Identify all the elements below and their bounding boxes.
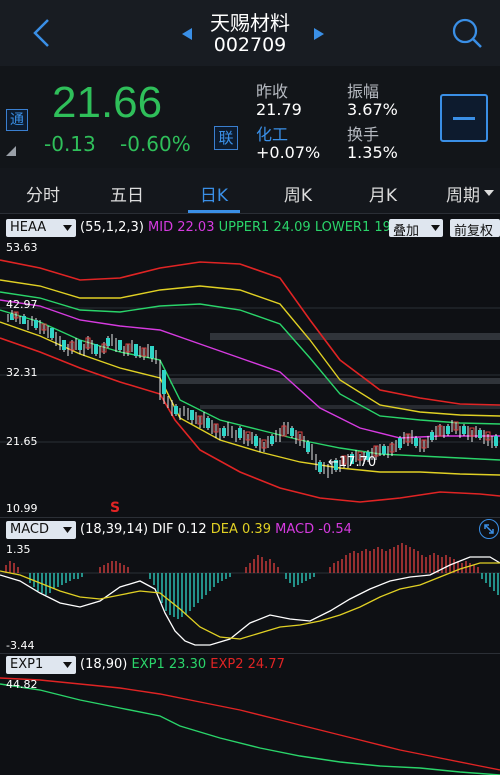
search-button[interactable]: [450, 16, 484, 50]
low-price-value: 17.70: [338, 455, 377, 470]
expand-icon: [484, 524, 494, 534]
prev-close-value: 21.79: [256, 100, 302, 119]
exp-chart[interactable]: [0, 676, 500, 775]
upper2-line: [0, 279, 500, 417]
stock-name: 天赐材料: [210, 11, 290, 35]
exp-separator: [0, 653, 500, 654]
header-bar: 天赐材料 002709: [0, 0, 500, 66]
upper-label: UPPER1: [218, 220, 270, 235]
turnover-value: 1.35%: [347, 143, 398, 162]
mid-label: MID: [148, 220, 174, 235]
dea-line: [0, 562, 500, 640]
exp-select[interactable]: EXP1: [6, 656, 76, 674]
low-price-arrow: ←: [328, 455, 339, 470]
macd-tick-bottom: -3.44: [6, 639, 35, 652]
main-indicator-select[interactable]: HEAA: [6, 219, 76, 237]
turnover-label: 换手: [347, 125, 380, 144]
sector-change: +0.07%: [256, 143, 321, 162]
chevron-down-icon: [431, 225, 440, 231]
tab-monthly-k[interactable]: 月K: [348, 181, 418, 206]
exp2-line: [0, 677, 500, 771]
exp-params: (18,90): [80, 657, 128, 672]
lower-label: LOWER1: [314, 220, 371, 235]
macd-name: MACD: [10, 522, 49, 537]
mid-value: 22.03: [177, 220, 215, 235]
main-indicator-params: (55,1,2,3): [80, 220, 144, 235]
stock-code: 002709: [213, 34, 287, 56]
low-price-marker: ←17.70: [328, 455, 376, 470]
overlay-button[interactable]: 叠加: [389, 219, 443, 239]
upper1-line: [0, 291, 500, 425]
lian-badge[interactable]: 联: [214, 126, 238, 150]
exp-values: (18,90) EXP1 23.30 EXP2 24.77: [80, 657, 285, 672]
tab-five-day[interactable]: 五日: [92, 181, 162, 206]
exp-tick-top: 44.82: [6, 678, 38, 691]
price-band-3: [200, 405, 500, 409]
exp2-value: 24.77: [247, 657, 285, 672]
upper-value: 24.09: [273, 220, 311, 235]
macd-separator: [0, 517, 500, 518]
adjust-button[interactable]: 前复权: [450, 219, 500, 239]
price-tick-1: 53.63: [6, 241, 38, 254]
remove-watchlist-button[interactable]: [440, 94, 488, 142]
exp1-label: EXP1: [131, 657, 165, 672]
active-tab-indicator: [188, 210, 240, 213]
grid: [0, 307, 500, 443]
sell-signal: S: [110, 500, 121, 516]
triangle-down-icon: [484, 190, 494, 196]
dea-value: 0.39: [242, 522, 271, 537]
prev-close-label: 昨收: [256, 82, 289, 101]
amplitude-value: 3.67%: [347, 100, 398, 119]
chevron-down-icon: [63, 662, 72, 668]
sector-label[interactable]: 化工: [256, 121, 288, 145]
next-stock-button[interactable]: [314, 25, 324, 44]
chevron-down-icon: [63, 527, 72, 533]
price-tick-2: 42.97: [6, 298, 38, 311]
kline-chart[interactable]: [0, 240, 500, 515]
tong-badge[interactable]: 通: [6, 109, 28, 131]
chevron-down-icon: [63, 225, 72, 231]
price-change: -0.13: [44, 132, 96, 156]
price-change-pct: -0.60%: [120, 132, 191, 156]
macd-value: -0.54: [318, 522, 352, 537]
tab-weekly-k[interactable]: 周K: [263, 181, 333, 206]
tab-daily-k[interactable]: 日K: [179, 181, 249, 206]
price-tick-4: 21.65: [6, 435, 38, 448]
triangle-right-icon: [314, 28, 324, 40]
dif-label: DIF: [152, 522, 174, 537]
main-indicator-values: (55,1,2,3) MID 22.03 UPPER1 24.09 LOWER1…: [80, 220, 395, 235]
expand-button[interactable]: [479, 519, 499, 539]
minus-icon: [453, 117, 475, 120]
price-tick-5: 10.99: [6, 502, 38, 515]
main-indicator-name: HEAA: [10, 220, 47, 235]
macd-select[interactable]: MACD: [6, 521, 76, 539]
exp-name: EXP1: [10, 657, 44, 672]
exp1-value: 23.30: [168, 657, 207, 672]
exp1-line: [0, 683, 500, 775]
last-price: 21.66: [52, 78, 163, 127]
search-icon: [452, 18, 482, 48]
dea-label: DEA: [210, 522, 238, 537]
dif-value: 0.12: [177, 522, 207, 537]
exp2-label: EXP2: [210, 657, 244, 672]
macd-chart[interactable]: [0, 541, 500, 651]
mid-line: [0, 299, 500, 439]
corner-triangle-icon: [6, 146, 16, 156]
overlay-label: 叠加: [393, 224, 420, 239]
amplitude-label: 振幅: [347, 82, 380, 101]
macd-values: (18,39,14) DIF 0.12 DEA 0.39 MACD -0.54: [80, 522, 352, 537]
price-band-2: [170, 378, 500, 384]
tab-intraday[interactable]: 分时: [8, 181, 78, 206]
macd-label: MACD: [275, 522, 315, 537]
macd-tick-top: 1.35: [6, 543, 31, 556]
macd-params: (18,39,14): [80, 522, 149, 537]
price-tick-3: 32.31: [6, 366, 38, 379]
price-band-1: [210, 333, 500, 340]
